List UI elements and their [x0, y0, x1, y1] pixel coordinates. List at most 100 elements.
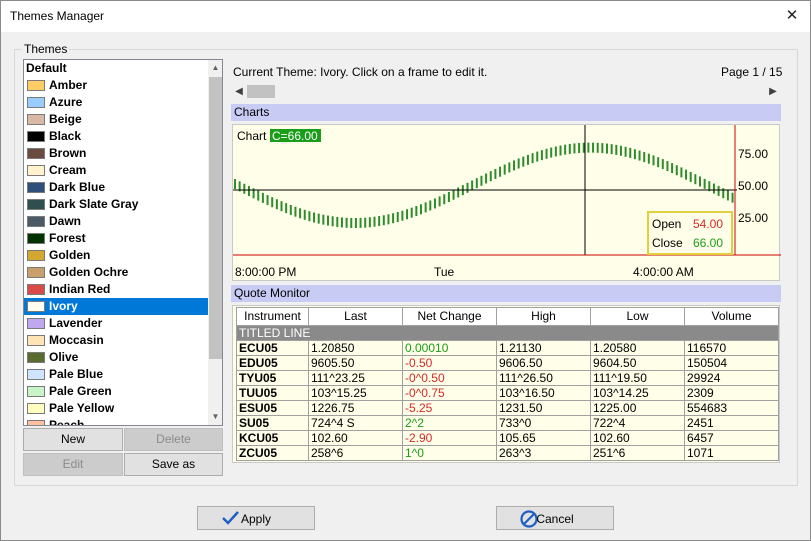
quote-row[interactable]: ECU05 1.20850 0.00010 1.21130 1.20580 116570: [236, 340, 779, 356]
column-header[interactable]: Low: [590, 307, 685, 326]
theme-item[interactable]: Pale Blue: [24, 366, 208, 383]
theme-color-swatch: [27, 80, 45, 91]
quote-monitor-section-header[interactable]: Quote Monitor: [231, 285, 781, 302]
quote-cell-last: 1.20850: [308, 340, 403, 356]
quote-row[interactable]: ESU05 1226.75 -5.25 1231.50 1225.00 554683: [236, 400, 779, 416]
column-header[interactable]: Volume: [684, 307, 779, 326]
quote-cell-net: -0^0.50: [402, 370, 497, 386]
theme-color-swatch: [27, 165, 45, 176]
scroll-thumb[interactable]: [209, 77, 222, 359]
chart-preview-frame[interactable]: Chart C=66.00 75.00 50.00 25.00 8:00:00 …: [232, 124, 781, 281]
theme-item[interactable]: Olive: [24, 349, 208, 366]
quote-row[interactable]: SU05 724^4 S 2^2 733^0 722^4 2451: [236, 415, 779, 431]
hscroll-thumb[interactable]: [247, 85, 275, 98]
theme-item[interactable]: Cream: [24, 162, 208, 179]
scroll-down-icon[interactable]: ▼: [208, 409, 222, 425]
titled-line-text: TITLED LINE: [236, 325, 779, 341]
quote-cell-last: 102.60: [308, 430, 403, 446]
quote-cell-instrument: TUU05: [236, 385, 309, 401]
quote-cell-high: 733^0: [496, 415, 591, 431]
theme-item[interactable]: Peach: [24, 417, 208, 426]
theme-item[interactable]: Moccasin: [24, 332, 208, 349]
chart-title: Chart: [237, 129, 267, 143]
theme-color-swatch: [27, 199, 45, 210]
quote-cell-low: 722^4: [590, 415, 685, 431]
quote-cell-volume: 6457: [684, 430, 779, 446]
quote-cell-volume: 150504: [684, 355, 779, 371]
quote-cell-last: 103^15.25: [308, 385, 403, 401]
quote-cell-net: 2^2: [402, 415, 497, 431]
quote-cell-low: 1225.00: [590, 400, 685, 416]
quote-row[interactable]: KCU05 102.60 -2.90 105.65 102.60 6457: [236, 430, 779, 446]
quote-cell-last: 9605.50: [308, 355, 403, 371]
quote-cell-instrument: EDU05: [236, 355, 309, 371]
column-header[interactable]: High: [496, 307, 591, 326]
new-button[interactable]: New: [23, 428, 123, 451]
quote-cell-volume: 2309: [684, 385, 779, 401]
quote-cell-high: 111^26.50: [496, 370, 591, 386]
theme-item-label: Golden: [49, 248, 91, 262]
quote-row[interactable]: TUU05 103^15.25 -0^0.75 103^16.50 103^14.25 2…: [236, 385, 779, 401]
edit-button[interactable]: Edit: [23, 453, 123, 476]
y-tick-label: 50.00: [738, 179, 768, 193]
theme-item[interactable]: Beige: [24, 111, 208, 128]
theme-item[interactable]: Amber: [24, 77, 208, 94]
scroll-left-icon[interactable]: ◀: [231, 83, 247, 100]
quote-cell-volume: 2451: [684, 415, 779, 431]
theme-item[interactable]: Dawn: [24, 213, 208, 230]
theme-item[interactable]: Golden: [24, 247, 208, 264]
theme-item[interactable]: Pale Yellow: [24, 400, 208, 417]
theme-item[interactable]: Azure: [24, 94, 208, 111]
quote-row[interactable]: TYU05 111^23.25 -0^0.50 111^26.50 111^19.50 2…: [236, 370, 779, 386]
delete-button[interactable]: Delete: [124, 428, 223, 451]
theme-item-label: Dark Blue: [49, 180, 106, 194]
x-tick-label: Tue: [434, 265, 455, 279]
theme-item-label: Forest: [49, 231, 86, 245]
column-header[interactable]: Net Change: [402, 307, 497, 326]
column-header[interactable]: Last: [308, 307, 403, 326]
scroll-up-icon[interactable]: ▲: [208, 60, 222, 76]
theme-color-swatch: [27, 420, 45, 425]
window-title: Themes Manager: [10, 9, 105, 23]
quote-cell-last: 724^4 S: [308, 415, 403, 431]
theme-item[interactable]: Black: [24, 128, 208, 145]
theme-item[interactable]: Brown: [24, 145, 208, 162]
title-bar[interactable]: Themes Manager ✕: [1, 1, 810, 32]
quote-cell-instrument: ZCU05: [236, 445, 309, 461]
cancel-button[interactable]: Cancel: [496, 506, 614, 530]
charts-section-header[interactable]: Charts: [231, 104, 781, 121]
theme-item-label: Ivory: [49, 299, 78, 313]
theme-list[interactable]: Default Amber Azure Beige Black Brown Cream Dar…: [23, 59, 223, 426]
theme-item[interactable]: Lavender: [24, 315, 208, 332]
theme-item-label: Pale Yellow: [49, 401, 115, 415]
theme-item[interactable]: Default: [24, 60, 208, 77]
theme-item-label: Peach: [49, 418, 85, 426]
save-as-button[interactable]: Save as: [124, 453, 223, 476]
theme-color-swatch: [27, 216, 45, 227]
theme-item[interactable]: Dark Blue: [24, 179, 208, 196]
theme-item-label: Pale Blue: [49, 367, 104, 381]
cancel-label: Cancel: [536, 512, 574, 526]
theme-item-label: Indian Red: [49, 282, 111, 296]
scroll-right-icon[interactable]: ▶: [765, 83, 781, 100]
theme-list-scrollbar[interactable]: ▲ ▼: [208, 60, 222, 425]
theme-item[interactable]: Indian Red: [24, 281, 208, 298]
quote-row[interactable]: ZCU05 258^6 1^0 263^3 251^6 1071: [236, 445, 779, 461]
theme-color-swatch: [27, 352, 45, 363]
apply-button[interactable]: Apply: [197, 506, 315, 530]
theme-item[interactable]: Forest: [24, 230, 208, 247]
theme-item[interactable]: Pale Green: [24, 383, 208, 400]
quote-monitor-frame[interactable]: Instrument Last Net Change High Low Volume TI…: [232, 305, 780, 463]
theme-item[interactable]: Ivory: [24, 298, 208, 315]
theme-item-label: Pale Green: [49, 384, 112, 398]
apply-label: Apply: [240, 512, 272, 526]
quote-cell-high: 1.21130: [496, 340, 591, 356]
theme-item[interactable]: Golden Ochre: [24, 264, 208, 281]
quote-row[interactable]: EDU05 9605.50 -0.50 9606.50 9604.50 150504: [236, 355, 779, 371]
quote-cell-volume: 116570: [684, 340, 779, 356]
column-header[interactable]: Instrument: [236, 307, 309, 326]
theme-item-label: Olive: [49, 350, 79, 364]
close-icon[interactable]: ✕: [775, 3, 809, 29]
preview-hscrollbar[interactable]: ◀ ▶: [231, 83, 781, 100]
theme-item[interactable]: Dark Slate Gray: [24, 196, 208, 213]
